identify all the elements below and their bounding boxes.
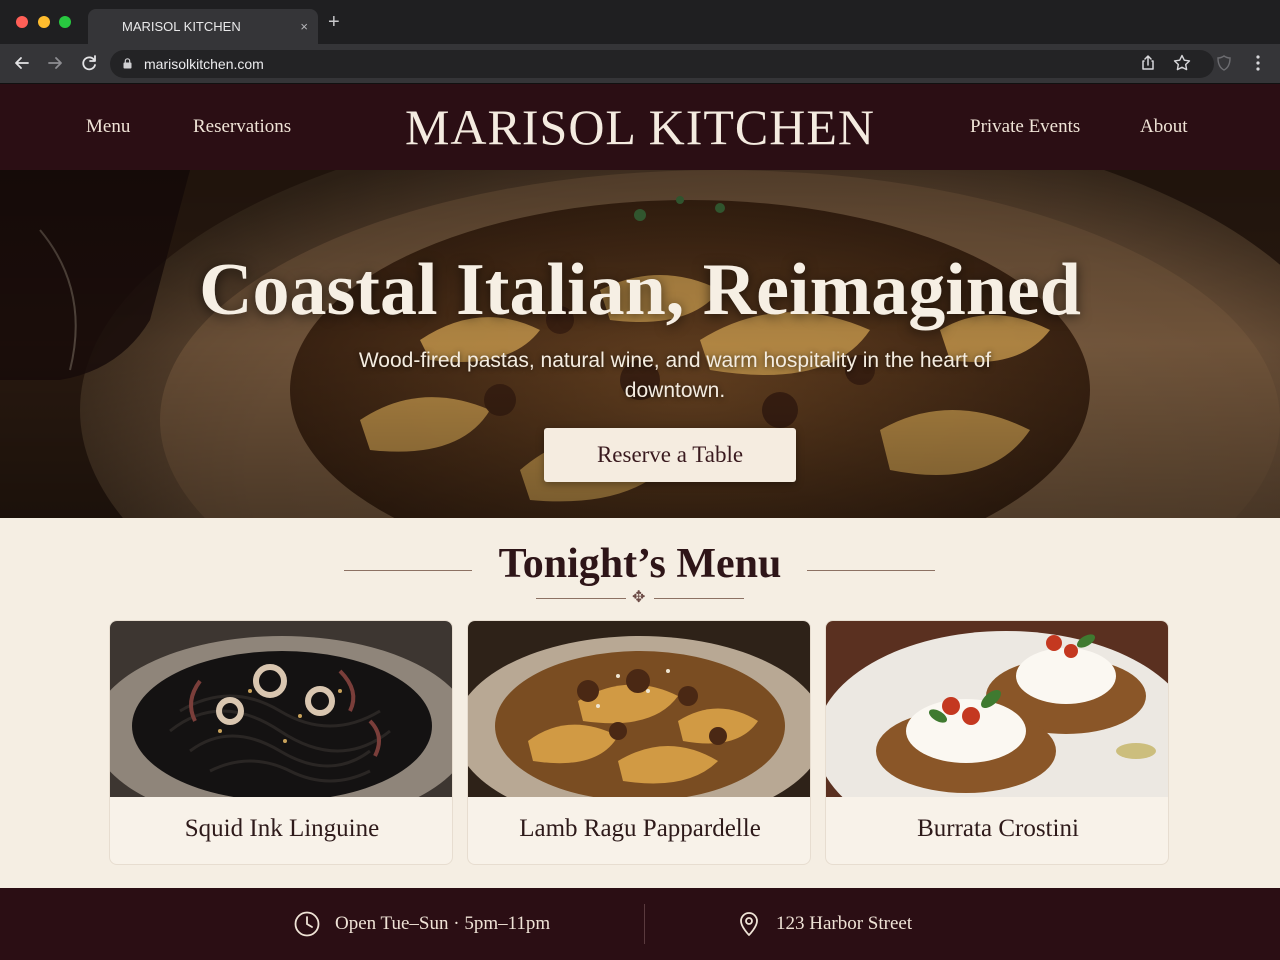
address-bar[interactable]: marisolkitchen.com <box>110 50 1214 78</box>
nav-about-link[interactable]: About <box>1140 84 1188 170</box>
lock-icon <box>123 58 132 69</box>
location-pin-icon <box>740 912 758 936</box>
url-text: marisolkitchen.com <box>144 56 264 72</box>
fleuron-ornament-icon: ✥ <box>632 589 646 606</box>
ornament-rule-left <box>536 598 626 599</box>
new-tab-button[interactable]: + <box>328 11 340 33</box>
opening-hours: Open Tue–Sun · 5pm–11pm <box>335 913 551 934</box>
hero-section: Coastal Italian, Reimagined Wood-fired p… <box>0 170 1280 518</box>
tab-title: MARISOL KITCHEN <box>122 19 241 34</box>
site-logo: MARISOL KITCHEN <box>404 99 876 155</box>
nav-menu-link[interactable]: Menu <box>86 84 130 170</box>
menu-card[interactable]: Lamb Ragu Pappardelle <box>467 620 811 865</box>
clock-icon <box>294 911 320 937</box>
more-menu-icon[interactable] <box>1247 52 1269 74</box>
burrata-crostini-image <box>826 621 1168 797</box>
site-footer: Open Tue–Sun · 5pm–11pm 123 Harbor Stree… <box>0 888 1280 960</box>
address: 123 Harbor Street <box>776 913 913 934</box>
hero-title: Coastal Italian, Reimagined <box>199 249 1081 331</box>
footer-divider <box>644 904 645 944</box>
menu-item-name: Squid Ink Linguine <box>184 815 380 842</box>
menu-item-name: Burrata Crostini <box>917 815 1079 842</box>
browser-tab-bar: MARISOL KITCHEN × + <box>0 0 1280 44</box>
squid-ink-linguine-image <box>110 621 452 797</box>
browser-tab[interactable]: MARISOL KITCHEN × <box>88 9 318 44</box>
section-title: Tonight’s Menu <box>498 541 782 587</box>
title-rule-right <box>807 570 935 571</box>
nav-private-events-link[interactable]: Private Events <box>970 84 1080 170</box>
ornament-rule-right <box>654 598 744 599</box>
lamb-ragu-pappardelle-image <box>468 621 810 797</box>
forward-arrow-icon[interactable] <box>44 52 66 74</box>
bookmark-star-icon[interactable] <box>1171 52 1193 74</box>
nav-reservations-link[interactable]: Reservations <box>193 84 291 170</box>
menu-item-name: Lamb Ragu Pappardelle <box>519 815 761 842</box>
share-icon[interactable] <box>1137 52 1159 74</box>
menu-card[interactable]: Burrata Crostini <box>825 620 1169 865</box>
browser-toolbar: marisolkitchen.com <box>0 44 1280 84</box>
back-arrow-icon[interactable] <box>11 52 33 74</box>
maximize-window-button[interactable] <box>59 16 71 28</box>
extension-icon[interactable] <box>1213 52 1235 74</box>
menu-card[interactable]: Squid Ink Linguine <box>109 620 453 865</box>
close-window-button[interactable] <box>16 16 28 28</box>
tab-close-icon[interactable]: × <box>300 9 308 44</box>
hero-subtitle: Wood-fired pastas, natural wine, and war… <box>358 349 992 402</box>
site-header: Menu Reservations MARISOL KITCHEN Privat… <box>0 84 1280 170</box>
reload-icon[interactable] <box>78 52 100 74</box>
reserve-table-button[interactable]: Reserve a Table <box>544 428 796 482</box>
menu-section: Tonight’s Menu ✥ Squid Ink Linguine Lamb… <box>0 518 1280 888</box>
minimize-window-button[interactable] <box>38 16 50 28</box>
